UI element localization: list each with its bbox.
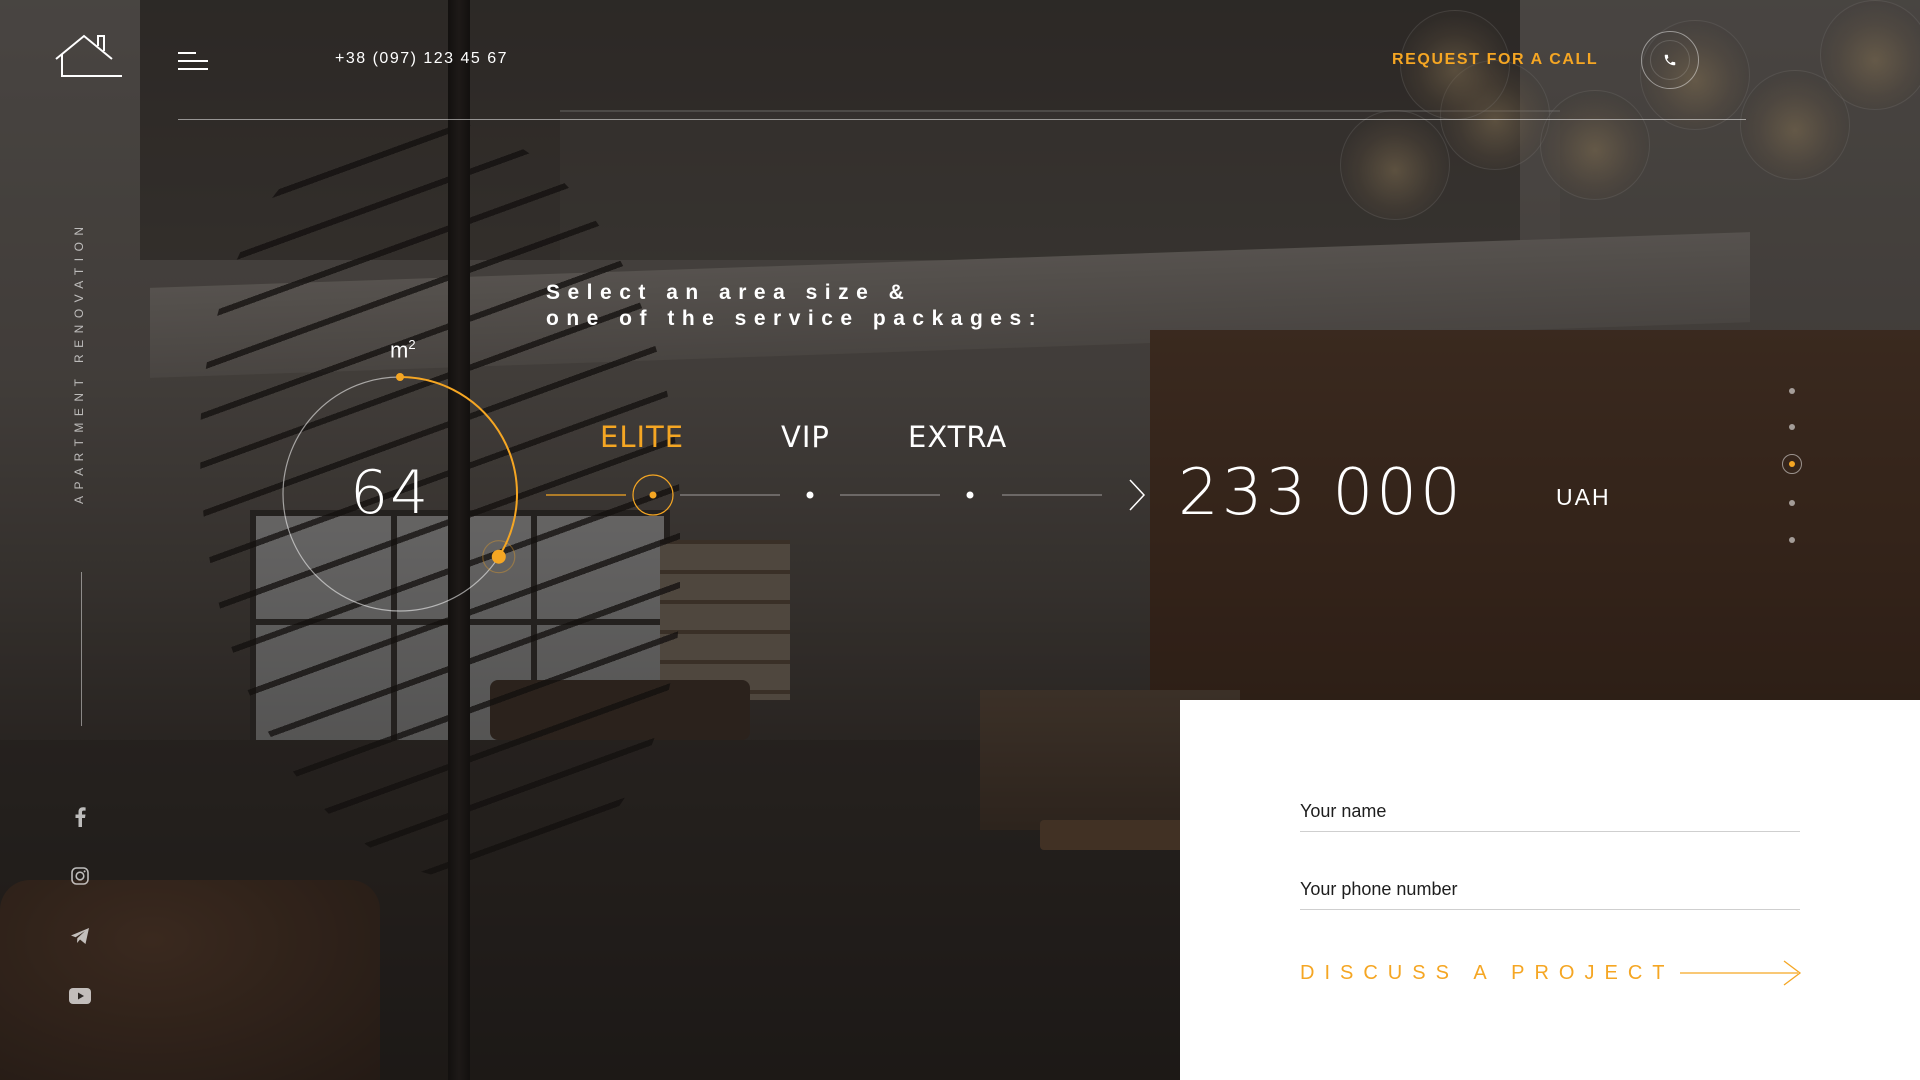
slide-dot-5[interactable] [1789, 537, 1795, 543]
area-unit-label: m2 [390, 337, 416, 363]
package-vip[interactable]: VIP [781, 420, 830, 454]
slide-pagination [1782, 384, 1802, 544]
sidebar-divider [81, 572, 82, 726]
header-phone[interactable]: +38 (097) 123 45 67 [335, 50, 508, 68]
facebook-icon[interactable] [66, 803, 94, 831]
area-value: 64 [350, 458, 431, 528]
price-value: 233 000 [1178, 456, 1464, 530]
discuss-project-button[interactable]: DISCUSS A PROJECT [1300, 962, 1675, 985]
slide-dot-1[interactable] [1789, 388, 1795, 394]
contact-form: DISCUSS A PROJECT [1180, 700, 1920, 1080]
dial-handle-dot [491, 549, 506, 564]
calculator-heading: Select an area size & one of the service… [546, 280, 1043, 332]
slide-dot-2[interactable] [1789, 424, 1795, 430]
vertical-site-title: APARTMENT RENOVATION [72, 220, 86, 504]
heading-line-2: one of the service packages: [546, 307, 1044, 330]
package-track [546, 474, 1146, 516]
call-button[interactable] [1641, 31, 1699, 89]
hamburger-menu-icon[interactable] [178, 50, 208, 72]
package-vip-marker [806, 491, 814, 499]
instagram-icon[interactable] [66, 862, 94, 890]
header-divider [178, 119, 1746, 120]
request-call-link[interactable]: REQUEST FOR A CALL [1392, 51, 1598, 69]
package-elite[interactable]: ELITE [600, 420, 684, 454]
package-extra-marker [966, 491, 974, 499]
slide-dot-3-active[interactable] [1782, 454, 1802, 474]
dial-start-dot [396, 373, 404, 381]
arrow-right-icon[interactable] [1680, 958, 1804, 988]
price-currency: UAH [1556, 484, 1611, 510]
package-extra[interactable]: EXTRA [908, 420, 1007, 454]
youtube-icon[interactable] [66, 982, 94, 1010]
house-logo-icon[interactable] [54, 32, 124, 80]
chevron-right-icon [1129, 479, 1146, 511]
slide-dot-4[interactable] [1789, 500, 1795, 506]
phone-icon [1664, 54, 1676, 66]
phone-field[interactable] [1300, 870, 1800, 910]
telegram-icon[interactable] [66, 922, 94, 950]
heading-line-1: Select an area size & [546, 281, 912, 304]
name-field[interactable] [1300, 792, 1800, 832]
